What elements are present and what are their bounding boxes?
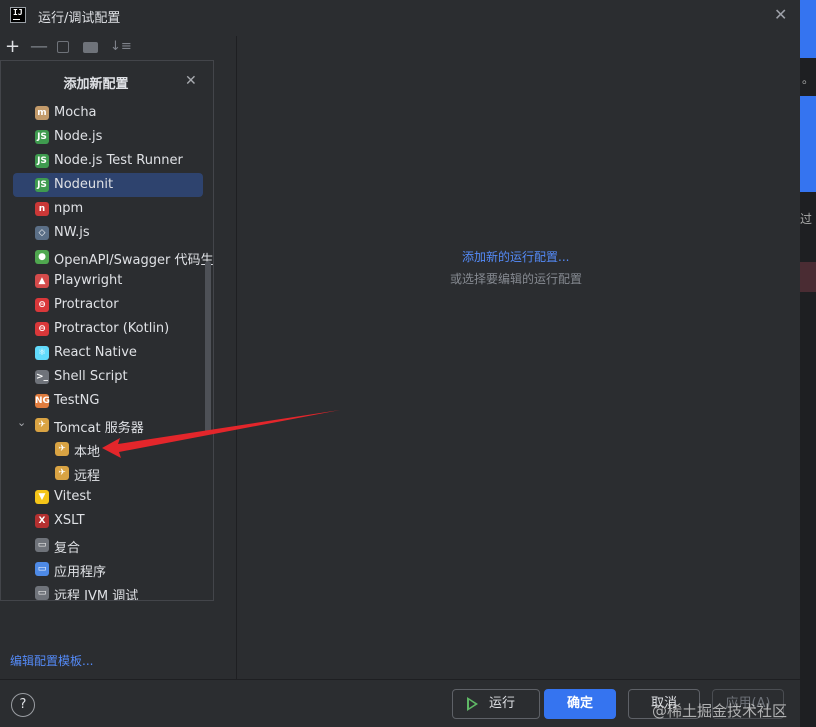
- list-item-label: Nodeunit: [54, 177, 114, 192]
- list-item-label: NW.js: [54, 225, 90, 240]
- list-item[interactable]: ⊖ Protractor: [13, 293, 203, 317]
- chevron-down-icon[interactable]: ⌄: [17, 416, 26, 429]
- remote-jvm-icon: ▭: [35, 586, 49, 600]
- watermark: @稀土掘金技术社区: [652, 702, 788, 720]
- background-text: 。: [802, 72, 815, 86]
- title-bar: IJ 运行/调试配置 ✕: [0, 0, 800, 32]
- list-item[interactable]: JS Node.js Test Runner: [13, 149, 203, 173]
- list-item[interactable]: NG TestNG: [13, 389, 203, 413]
- background-text: 过: [800, 212, 813, 226]
- tomcat-remote-icon: ✈: [55, 466, 69, 480]
- list-item-label: 远程: [74, 469, 101, 484]
- list-item-label: Node.js Test Runner: [54, 153, 183, 168]
- add-run-config-link[interactable]: 添加新的运行配置...: [462, 248, 569, 265]
- compound-icon: ▭: [35, 538, 49, 552]
- close-window-icon[interactable]: ✕: [774, 5, 787, 24]
- list-item[interactable]: JS Nodeunit: [13, 173, 203, 197]
- list-item-label: 远程 JVM 调试: [54, 589, 139, 601]
- run-button[interactable]: 运行: [452, 689, 540, 719]
- nodejs-icon: JS: [35, 130, 49, 144]
- folder-icon[interactable]: [83, 42, 98, 53]
- list-item[interactable]: JS Node.js: [13, 125, 203, 149]
- xslt-icon: X: [35, 514, 49, 528]
- list-item[interactable]: ▲ Playwright: [13, 269, 203, 293]
- tomcat-local-icon: ✈: [55, 442, 69, 456]
- background-block: [800, 262, 816, 292]
- background-window: 。 过: [800, 0, 816, 727]
- list-item[interactable]: >_ Shell Script: [13, 365, 203, 389]
- sort-icon[interactable]: ↓≡: [110, 39, 132, 54]
- help-icon[interactable]: ?: [11, 693, 35, 717]
- list-item-label: Playwright: [54, 273, 123, 288]
- terminal-icon: >_: [35, 370, 49, 384]
- add-icon[interactable]: +: [5, 36, 20, 57]
- popup-title: 添加新配置: [63, 77, 129, 92]
- list-item[interactable]: X XSLT: [13, 509, 203, 533]
- list-item-label: Vitest: [54, 489, 92, 504]
- add-configuration-popup: 添加新配置 ✕ m Mocha JS Node.js JS Node.js Test Ru…: [0, 60, 214, 601]
- collapse-icon[interactable]: ✕: [185, 73, 199, 89]
- openapi-icon: ●: [35, 250, 49, 264]
- vitest-icon: ▼: [35, 490, 49, 504]
- list-item-label: XSLT: [54, 513, 85, 528]
- playwright-icon: ▲: [35, 274, 49, 288]
- protractor-icon: ⊖: [35, 298, 49, 312]
- config-toolbar: + — ↓≡: [0, 36, 236, 60]
- list-item[interactable]: ✈ 远程: [13, 461, 203, 485]
- list-item-label: Shell Script: [54, 369, 128, 384]
- list-item-label: 复合: [54, 541, 81, 556]
- list-item[interactable]: ⚛ React Native: [13, 341, 203, 365]
- list-item-label: Node.js: [54, 129, 103, 144]
- list-item-label: React Native: [54, 345, 137, 360]
- panel-divider: [236, 36, 237, 679]
- remove-icon[interactable]: —: [30, 36, 48, 57]
- list-item-label: Tomcat 服务器: [54, 421, 144, 436]
- list-item[interactable]: ▼ Vitest: [13, 485, 203, 509]
- list-item[interactable]: ● OpenAPI/Swagger 代码生成: [13, 245, 213, 269]
- list-item-label: 应用程序: [54, 565, 107, 580]
- play-icon: [467, 697, 478, 711]
- list-item[interactable]: ▭ 远程 JVM 调试: [13, 581, 203, 601]
- list-item[interactable]: ✈ 本地: [13, 437, 203, 461]
- list-item[interactable]: ▭ 应用程序: [13, 557, 203, 581]
- edit-templates-link[interactable]: 编辑配置模板...: [10, 652, 93, 669]
- tomcat-icon: ✈: [35, 418, 49, 432]
- list-item-label: OpenAPI/Swagger 代码生成: [54, 253, 214, 268]
- select-config-hint: 或选择要编辑的运行配置: [450, 272, 583, 286]
- list-item[interactable]: n npm: [13, 197, 203, 221]
- run-label: 运行: [489, 696, 516, 711]
- protractor-kotlin-icon: ⊖: [35, 322, 49, 336]
- list-item-label: Mocha: [54, 105, 97, 120]
- copy-icon[interactable]: [57, 41, 69, 53]
- nwjs-icon: ◇: [35, 226, 49, 240]
- intellij-logo-icon: IJ: [10, 7, 26, 23]
- scrollbar[interactable]: [205, 261, 211, 433]
- list-item-label: Protractor (Kotlin): [54, 321, 170, 336]
- background-block: [800, 96, 816, 192]
- application-icon: ▭: [35, 562, 49, 576]
- nodeunit-icon: JS: [35, 178, 49, 192]
- react-icon: ⚛: [35, 346, 49, 360]
- footer-divider: [0, 679, 800, 680]
- list-item[interactable]: m Mocha: [13, 101, 203, 125]
- list-item[interactable]: ⊖ Protractor (Kotlin): [13, 317, 203, 341]
- nodejs-test-icon: JS: [35, 154, 49, 168]
- list-item-label: Protractor: [54, 297, 119, 312]
- mocha-icon: m: [35, 106, 49, 120]
- ok-button[interactable]: 确定: [544, 689, 616, 719]
- testng-icon: NG: [35, 394, 50, 408]
- list-item-label: npm: [54, 201, 84, 216]
- list-item[interactable]: ▭ 复合: [13, 533, 203, 557]
- list-item[interactable]: ◇ NW.js: [13, 221, 203, 245]
- npm-icon: n: [35, 202, 49, 216]
- background-block: [800, 0, 816, 58]
- list-item-label: TestNG: [54, 393, 100, 408]
- list-item[interactable]: ⌄ ✈ Tomcat 服务器: [13, 413, 203, 437]
- window-title: 运行/调试配置: [38, 11, 121, 26]
- list-item-label: 本地: [74, 445, 101, 460]
